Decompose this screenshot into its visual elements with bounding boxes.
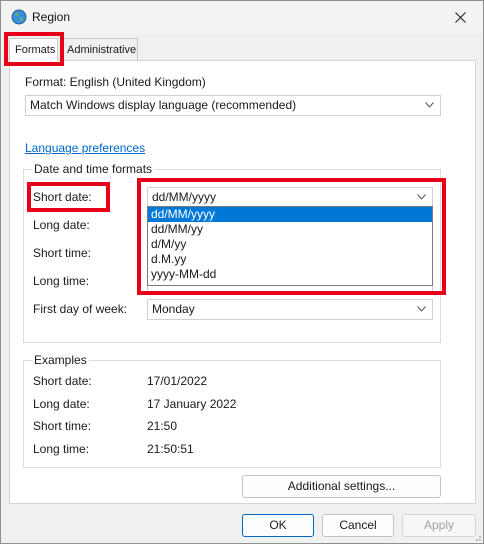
language-preferences-link[interactable]: Language preferences: [25, 141, 145, 155]
format-select-value: Match Windows display language (recommen…: [30, 98, 297, 112]
long-date-label: Long date:: [33, 218, 90, 232]
window-title: Region: [32, 10, 71, 24]
dropdown-option[interactable]: yyyy-MM-dd: [148, 267, 432, 282]
apply-button: Apply: [402, 514, 476, 537]
example-short-date-value: 17/01/2022: [147, 374, 208, 388]
format-label: Format: English (United Kingdom): [25, 75, 206, 89]
first-day-of-week-value: Monday: [152, 302, 195, 316]
chevron-down-icon: [417, 194, 426, 200]
dropdown-option[interactable]: dd/MM/yy: [148, 222, 432, 237]
long-time-label: Long time:: [33, 274, 90, 288]
example-short-time-label: Short time:: [33, 419, 92, 433]
example-short-date-label: Short date:: [33, 374, 92, 388]
globe-icon: [11, 9, 27, 25]
chevron-down-icon: [425, 102, 434, 108]
tab-administrative[interactable]: Administrative: [61, 38, 138, 60]
additional-settings-button[interactable]: Additional settings...: [242, 475, 441, 498]
close-icon: [454, 11, 466, 23]
title-bar: Region: [1, 1, 483, 33]
first-day-of-week-select[interactable]: Monday: [147, 299, 433, 320]
ok-button[interactable]: OK: [242, 514, 314, 537]
first-day-of-week-label: First day of week:: [33, 302, 128, 316]
datetime-group-title: Date and time formats: [32, 162, 155, 176]
format-select[interactable]: Match Windows display language (recommen…: [25, 95, 441, 116]
region-dialog: Region Formats Administrative Format: En…: [0, 0, 484, 544]
short-date-select[interactable]: dd/MM/yyyy: [147, 187, 433, 208]
example-long-date-label: Long date:: [33, 397, 90, 411]
short-date-dropdown-list: dd/MM/yyyy dd/MM/yy d/M/yy d.M.yy yyyy-M…: [147, 206, 433, 286]
example-long-time-value: 21:50:51: [147, 442, 194, 456]
close-button[interactable]: [437, 1, 483, 33]
dropdown-option[interactable]: dd/MM/yyyy: [148, 207, 432, 222]
short-date-value: dd/MM/yyyy: [152, 190, 217, 204]
tab-formats[interactable]: Formats: [9, 38, 58, 61]
chevron-down-icon: [417, 306, 426, 312]
cancel-button[interactable]: Cancel: [322, 514, 394, 537]
example-long-date-value: 17 January 2022: [147, 397, 237, 411]
resize-grip-icon[interactable]: [473, 533, 481, 541]
example-short-time-value: 21:50: [147, 419, 178, 433]
dropdown-option[interactable]: d.M.yy: [148, 252, 432, 267]
short-time-label: Short time:: [33, 246, 92, 260]
examples-group-title: Examples: [32, 353, 89, 367]
short-date-label: Short date:: [33, 190, 92, 204]
example-long-time-label: Long time:: [33, 442, 90, 456]
dropdown-option[interactable]: d/M/yy: [148, 237, 432, 252]
